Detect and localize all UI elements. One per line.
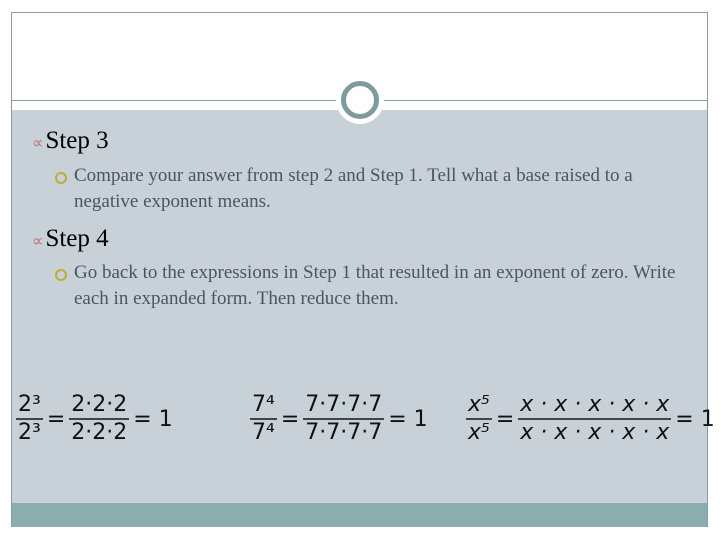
equation-7: 7⁴ 7⁴ = 7·7·7·7 7·7·7·7 = 1 bbox=[246, 392, 428, 446]
eq-sign: = bbox=[280, 406, 300, 432]
eq-sign: = bbox=[495, 406, 515, 432]
step4-body: Go back to the expressions in Step 1 tha… bbox=[74, 262, 676, 309]
eq-num: 7⁴ bbox=[252, 392, 275, 417]
step4-heading-text: Step 4 bbox=[45, 225, 109, 252]
eq-exp-num: 7·7·7·7 bbox=[305, 392, 383, 417]
eq-result: = 1 bbox=[388, 406, 428, 432]
circle-bullet-icon bbox=[55, 269, 67, 281]
eq-result: = 1 bbox=[133, 406, 173, 432]
step3-heading: ∝Step 3 bbox=[32, 127, 109, 155]
bullet-icon: ∝ bbox=[32, 233, 44, 250]
eq-sign: = bbox=[46, 406, 66, 432]
eq-exp-den: 7·7·7·7 bbox=[303, 418, 385, 445]
step3-text: Compare your answer from step 2 and Step… bbox=[55, 163, 694, 215]
equation-x: x⁵ x⁵ = x · x · x · x · xx · x · x · x · … bbox=[462, 392, 715, 446]
step4-text: Go back to the expressions in Step 1 tha… bbox=[55, 260, 684, 312]
equation-2: 2³ 2³ = 2·2·2 2·2·2 = 1 bbox=[12, 392, 173, 446]
eq-den: 2³ bbox=[16, 418, 43, 445]
step4-heading: ∝Step 4 bbox=[32, 225, 109, 253]
step3-heading-text: Step 3 bbox=[45, 127, 109, 154]
footer-bar bbox=[12, 503, 707, 527]
eq-exp-num: x · x · x · x · x bbox=[520, 392, 670, 417]
eq-result: = 1 bbox=[675, 406, 715, 432]
eq-den: 7⁴ bbox=[250, 418, 277, 445]
eq-den: x⁵ bbox=[466, 418, 492, 445]
circle-bullet-icon bbox=[55, 172, 67, 184]
eq-exp-num: 2·2·2 bbox=[71, 392, 128, 417]
eq-num: 2³ bbox=[18, 392, 41, 417]
circle-ornament-icon bbox=[341, 81, 379, 119]
eq-exp-den: 2·2·2 bbox=[69, 418, 130, 445]
step3-body: Compare your answer from step 2 and Step… bbox=[74, 165, 633, 212]
eq-num: x⁵ bbox=[468, 392, 490, 417]
bullet-icon: ∝ bbox=[32, 135, 44, 152]
eq-exp-den: x · x · x · x · x bbox=[518, 418, 672, 445]
